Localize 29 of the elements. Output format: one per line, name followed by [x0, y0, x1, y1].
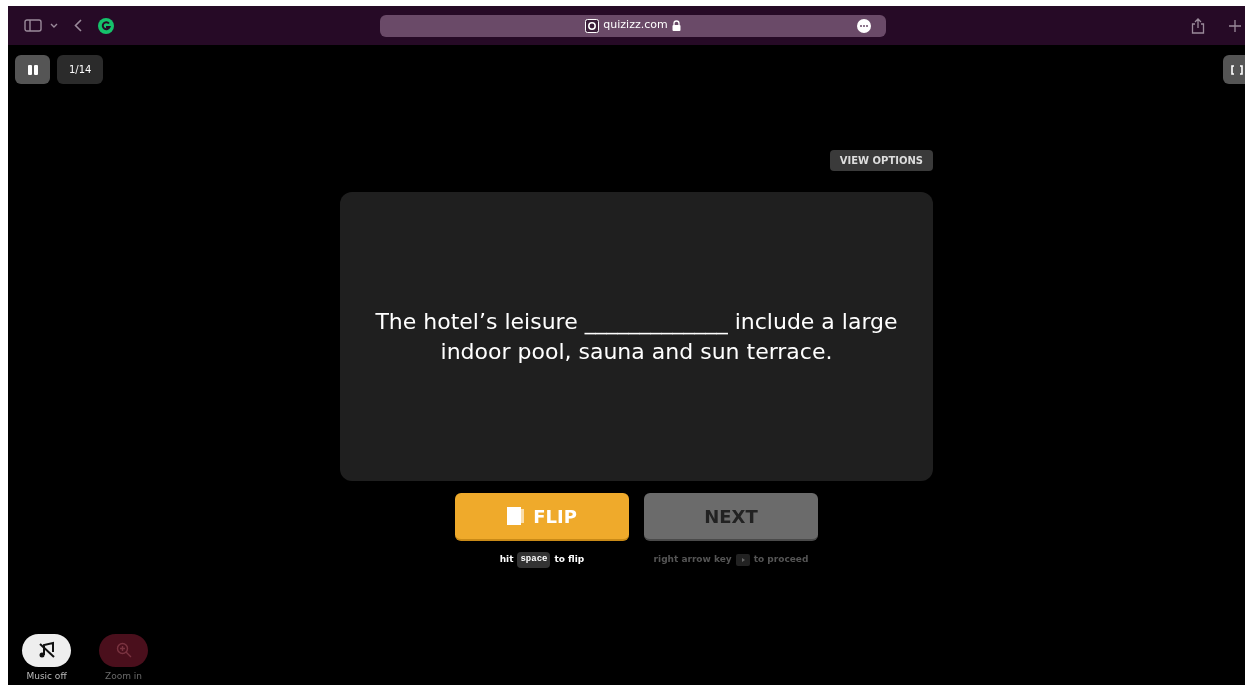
music-toggle-button[interactable]	[22, 633, 71, 667]
hint-text: right arrow key	[653, 553, 732, 566]
question-counter: 1/14	[57, 55, 104, 84]
more-icon[interactable]	[857, 18, 871, 33]
lock-icon	[671, 20, 681, 31]
music-off-icon	[37, 641, 56, 659]
url-text: quizizz.com	[603, 17, 668, 34]
sidebar-icon[interactable]	[24, 19, 42, 32]
hint-text: hit	[499, 553, 514, 566]
view-options-button[interactable]: VIEW OPTIONS	[829, 150, 933, 171]
control-label: Music off	[26, 669, 67, 683]
zoom-in-icon	[115, 642, 132, 658]
address-bar[interactable]: quizizz.com	[380, 14, 886, 37]
fullscreen-icon	[1231, 64, 1243, 75]
plus-icon[interactable]	[1229, 19, 1241, 32]
chevron-down-icon[interactable]	[50, 22, 58, 29]
key-label: space	[517, 552, 551, 568]
hint-text: to flip	[554, 553, 585, 566]
arrow-key-icon	[735, 553, 750, 566]
back-icon[interactable]	[74, 19, 82, 32]
site-icon	[585, 18, 600, 33]
control-label: Zoom in	[105, 669, 142, 683]
pause-button[interactable]	[15, 55, 50, 84]
share-icon[interactable]	[1191, 17, 1205, 34]
hint-text: to proceed	[753, 553, 809, 566]
card-icon	[507, 506, 526, 526]
question-text: The hotel’s leisure _____________ include a large indoor pool, sauna and sun terrace.	[374, 307, 899, 366]
extension-icon[interactable]	[98, 17, 114, 34]
pause-icon	[27, 64, 38, 75]
